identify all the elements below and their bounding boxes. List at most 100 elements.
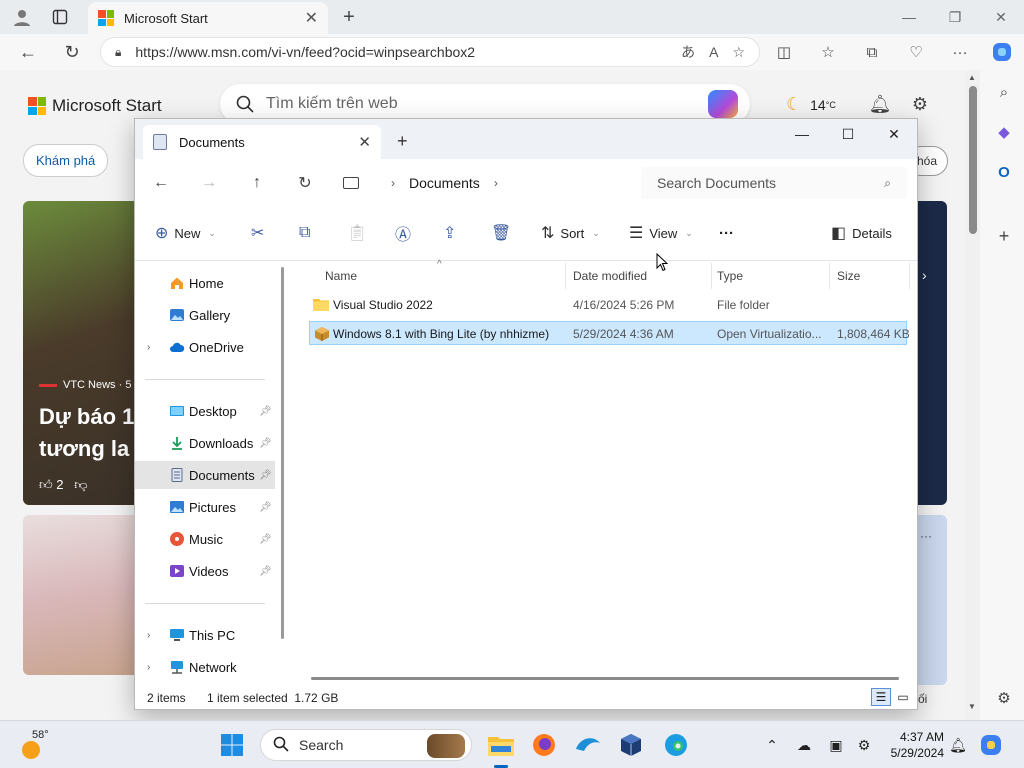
up-icon[interactable]: ↑ xyxy=(245,171,269,195)
file-explorer-taskbar-icon[interactable] xyxy=(485,729,517,761)
back-icon[interactable]: ← xyxy=(16,40,40,64)
minimize-icon[interactable]: — xyxy=(779,119,825,149)
nav-item-onedrive[interactable]: › OneDrive xyxy=(135,333,275,361)
scroll-up-icon[interactable]: ▲ xyxy=(968,73,976,82)
refresh-icon[interactable]: ↻ xyxy=(293,171,317,195)
sidebar-settings-icon[interactable]: ⚙ xyxy=(992,686,1016,710)
tab-actions-icon[interactable] xyxy=(48,5,72,29)
browser-essentials-icon[interactable]: ♡ xyxy=(904,40,928,64)
display-icon[interactable]: ▣ xyxy=(824,729,848,761)
search-documents-input[interactable]: Search Documents ⌕ xyxy=(641,167,907,199)
weather-widget[interactable]: ☾ 14 °C xyxy=(786,94,836,115)
nav-item-gallery[interactable]: Gallery xyxy=(135,301,275,329)
chevron-right-icon[interactable]: › xyxy=(147,662,150,673)
dolphin-taskbar-icon[interactable] xyxy=(572,729,604,761)
new-tab-icon[interactable]: + xyxy=(337,5,361,29)
explorer-tab-documents[interactable]: Documents ✕ xyxy=(143,125,381,159)
settings-more-icon[interactable]: ··· xyxy=(948,40,972,64)
close-tab-icon[interactable]: ✕ xyxy=(358,133,371,151)
nav-item-this-pc[interactable]: › This PC xyxy=(135,621,275,649)
copilot-icon[interactable] xyxy=(708,90,738,118)
translate-icon[interactable]: あ xyxy=(681,42,695,62)
restore-icon[interactable]: ❐ xyxy=(932,0,978,34)
nav-item-downloads[interactable]: Downloads 📌︎ xyxy=(135,429,275,457)
minimize-icon[interactable]: — xyxy=(886,0,932,34)
new-button[interactable]: ⊕ New ⌄ xyxy=(155,221,216,245)
settings-gear-icon[interactable]: ⚙ xyxy=(908,92,932,116)
add-sidebar-icon[interactable]: + xyxy=(992,224,1016,248)
lock-icon[interactable]: 🔒︎ xyxy=(115,45,121,60)
start-button[interactable] xyxy=(216,729,248,761)
column-header-date-modified[interactable]: Date modified xyxy=(573,261,647,291)
column-divider[interactable] xyxy=(565,263,566,289)
notification-bell-icon[interactable]: 🔔︎ xyxy=(946,729,970,761)
share-button[interactable]: ⇪ xyxy=(443,221,462,245)
file-row-selected[interactable]: Windows 8.1 with Bing Lite (by nhhizme) … xyxy=(309,321,910,345)
close-icon[interactable]: ✕ xyxy=(871,119,917,149)
like-count[interactable]: 👍︎ 2 👎︎ xyxy=(39,477,87,493)
search-icon[interactable]: ⌕ xyxy=(992,80,1016,104)
more-options-icon[interactable]: ··· xyxy=(920,529,932,543)
sort-button[interactable]: ⇅ Sort ⌄ xyxy=(541,221,600,245)
copilot-icon[interactable] xyxy=(990,40,1014,64)
collections-icon[interactable]: ⧉ xyxy=(860,40,884,64)
paste-button[interactable]: 📋︎ xyxy=(347,221,373,245)
pin-icon[interactable]: 📌︎ xyxy=(259,438,272,449)
pin-icon[interactable]: 📌︎ xyxy=(259,566,272,577)
taskbar-search[interactable]: Search xyxy=(260,729,472,761)
details-view-button[interactable]: ☰ xyxy=(871,688,891,706)
rename-button[interactable]: Ⓐ xyxy=(395,221,417,245)
back-icon[interactable]: ← xyxy=(149,171,173,195)
horizontal-scrollbar[interactable] xyxy=(311,677,899,680)
read-aloud-icon[interactable]: A xyxy=(709,44,718,60)
virtualbox-taskbar-icon[interactable] xyxy=(615,729,647,761)
network-disconnected-icon[interactable]: ☁ xyxy=(792,729,816,761)
copy-button[interactable]: ⧉ xyxy=(299,221,316,245)
split-screen-icon[interactable]: ◫ xyxy=(772,40,796,64)
pin-icon[interactable]: 📌︎ xyxy=(259,470,272,481)
breadcrumb[interactable]: › Documents › xyxy=(343,167,633,199)
forward-icon[interactable]: → xyxy=(197,171,221,195)
profile-icon[interactable] xyxy=(10,5,34,29)
breadcrumb-documents[interactable]: Documents xyxy=(409,175,480,191)
nav-item-documents[interactable]: Documents 📌︎ xyxy=(135,461,275,489)
chevron-right-icon[interactable]: › xyxy=(391,176,395,190)
column-divider[interactable] xyxy=(829,263,830,289)
refresh-icon[interactable]: ↻ xyxy=(60,40,84,64)
large-icons-view-button[interactable]: ▭ xyxy=(893,688,913,706)
favorites-icon[interactable]: ☆ xyxy=(816,40,840,64)
page-scrollbar[interactable]: ▲ ▼ xyxy=(966,70,980,720)
taskbar-weather-widget[interactable]: 58° xyxy=(20,729,50,761)
pin-icon[interactable]: 📌︎ xyxy=(259,406,272,417)
address-bar[interactable]: 🔒︎ https://www.msn.com/vi-vn/feed?ocid=w… xyxy=(100,37,760,67)
system-clock[interactable]: 4:37 AM 5/29/2024 xyxy=(884,729,944,761)
scroll-down-icon[interactable]: ▼ xyxy=(968,702,976,711)
pin-icon[interactable]: 📌︎ xyxy=(259,534,272,545)
column-divider[interactable] xyxy=(909,263,910,289)
edge-taskbar-icon[interactable] xyxy=(660,729,692,761)
notification-bell-icon[interactable]: 🔔︎ xyxy=(868,92,892,116)
scrollbar-thumb[interactable] xyxy=(969,86,977,234)
browser-tab-microsoft-start[interactable]: Microsoft Start ✕ xyxy=(88,2,328,34)
nav-item-network[interactable]: › Network xyxy=(135,653,275,681)
nav-item-desktop[interactable]: Desktop 📌︎ xyxy=(135,397,275,425)
microsoft-start-logo[interactable]: Microsoft Start xyxy=(28,96,162,116)
outlook-icon[interactable]: O xyxy=(992,160,1016,184)
settings-toggle-icon[interactable]: ⚙ xyxy=(852,729,876,761)
chevron-right-icon[interactable]: › xyxy=(147,342,150,353)
delete-button[interactable]: 🗑︎ xyxy=(491,221,517,245)
column-header-name[interactable]: Name xyxy=(325,261,357,291)
nav-item-videos[interactable]: Videos 📌︎ xyxy=(135,557,275,585)
column-divider[interactable] xyxy=(711,263,712,289)
chevron-right-icon[interactable]: › xyxy=(147,630,150,641)
chevron-right-icon[interactable]: › xyxy=(494,176,498,190)
close-tab-icon[interactable]: ✕ xyxy=(305,8,318,28)
favorite-star-icon[interactable]: ☆ xyxy=(732,44,745,61)
nav-item-pictures[interactable]: Pictures 📌︎ xyxy=(135,493,275,521)
new-tab-icon[interactable]: + xyxy=(397,131,408,152)
explore-button[interactable]: Khám phá xyxy=(23,144,109,177)
close-icon[interactable]: ✕ xyxy=(978,0,1024,34)
news-card[interactable]: VTC News · 5 Dự báo 1 tương la 👍︎ 2 👎︎ xyxy=(23,201,143,505)
nav-item-home[interactable]: Home xyxy=(135,269,275,297)
file-row[interactable]: Visual Studio 2022 4/16/2024 5:26 PM Fil… xyxy=(309,293,907,317)
